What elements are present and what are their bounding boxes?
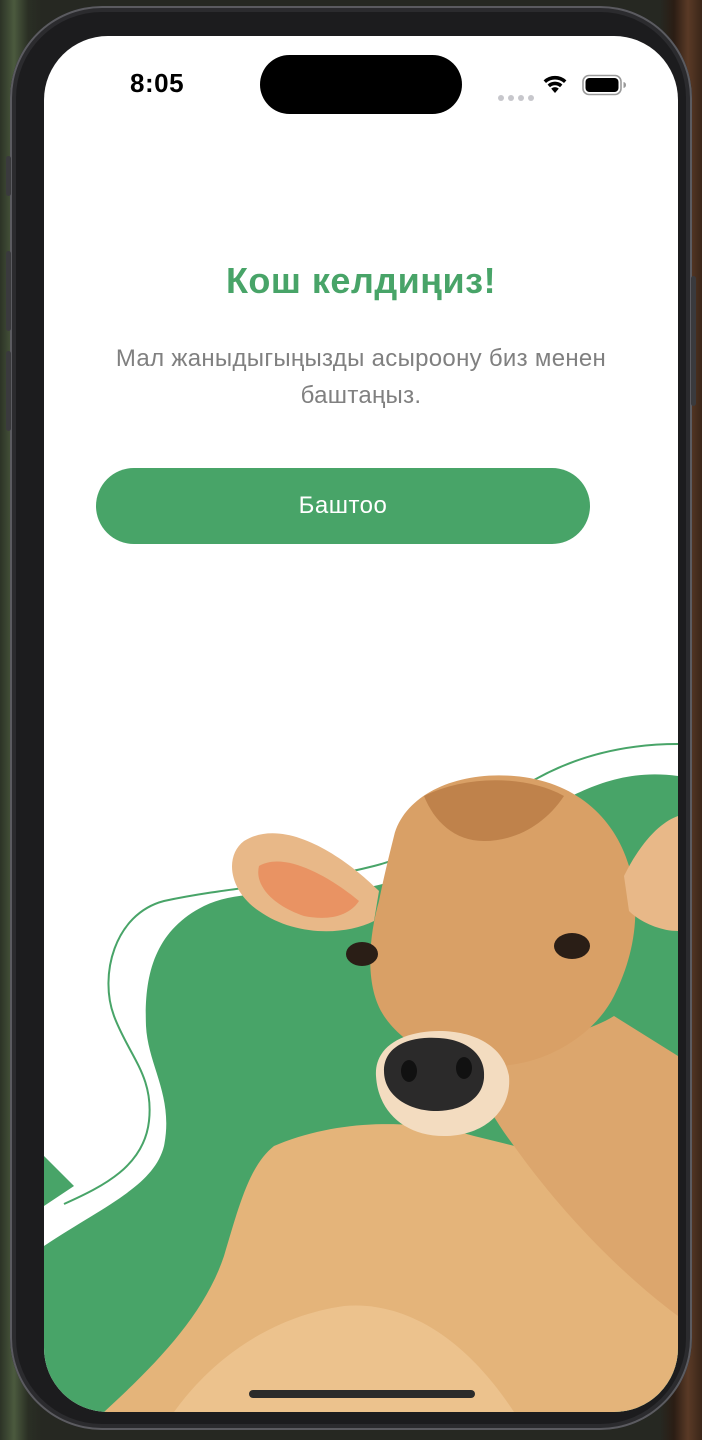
power-button	[691, 276, 696, 406]
battery-icon	[582, 74, 626, 96]
welcome-title: Кош келдиңиз!	[225, 260, 497, 301]
home-indicator[interactable]	[249, 1390, 475, 1398]
volume-up-button	[6, 251, 11, 331]
dynamic-island	[260, 55, 462, 114]
wifi-icon	[543, 75, 567, 93]
calf-right-eye	[554, 933, 590, 959]
app-screen: 8:05 Кош келдиңиз! Мал жаныдыгыңызды асы…	[44, 36, 678, 1412]
volume-down-button	[6, 351, 11, 431]
cellular-signal-icon	[498, 86, 538, 105]
status-bar: 8:05	[44, 36, 678, 132]
start-button[interactable]: Баштоо	[96, 468, 590, 544]
action-button	[6, 156, 11, 196]
status-time: 8:05	[130, 68, 185, 98]
welcome-subtitle: Мал жаныдыгыңызды асыроону биз менен баш…	[115, 345, 607, 409]
phone-frame: 8:05 Кош келдиңиз! Мал жаныдыгыңызды асы…	[6, 6, 696, 1430]
calf-left-eye	[346, 942, 378, 966]
green-blob-left-tip	[44, 1156, 74, 1206]
calf-illustration	[44, 743, 678, 1412]
